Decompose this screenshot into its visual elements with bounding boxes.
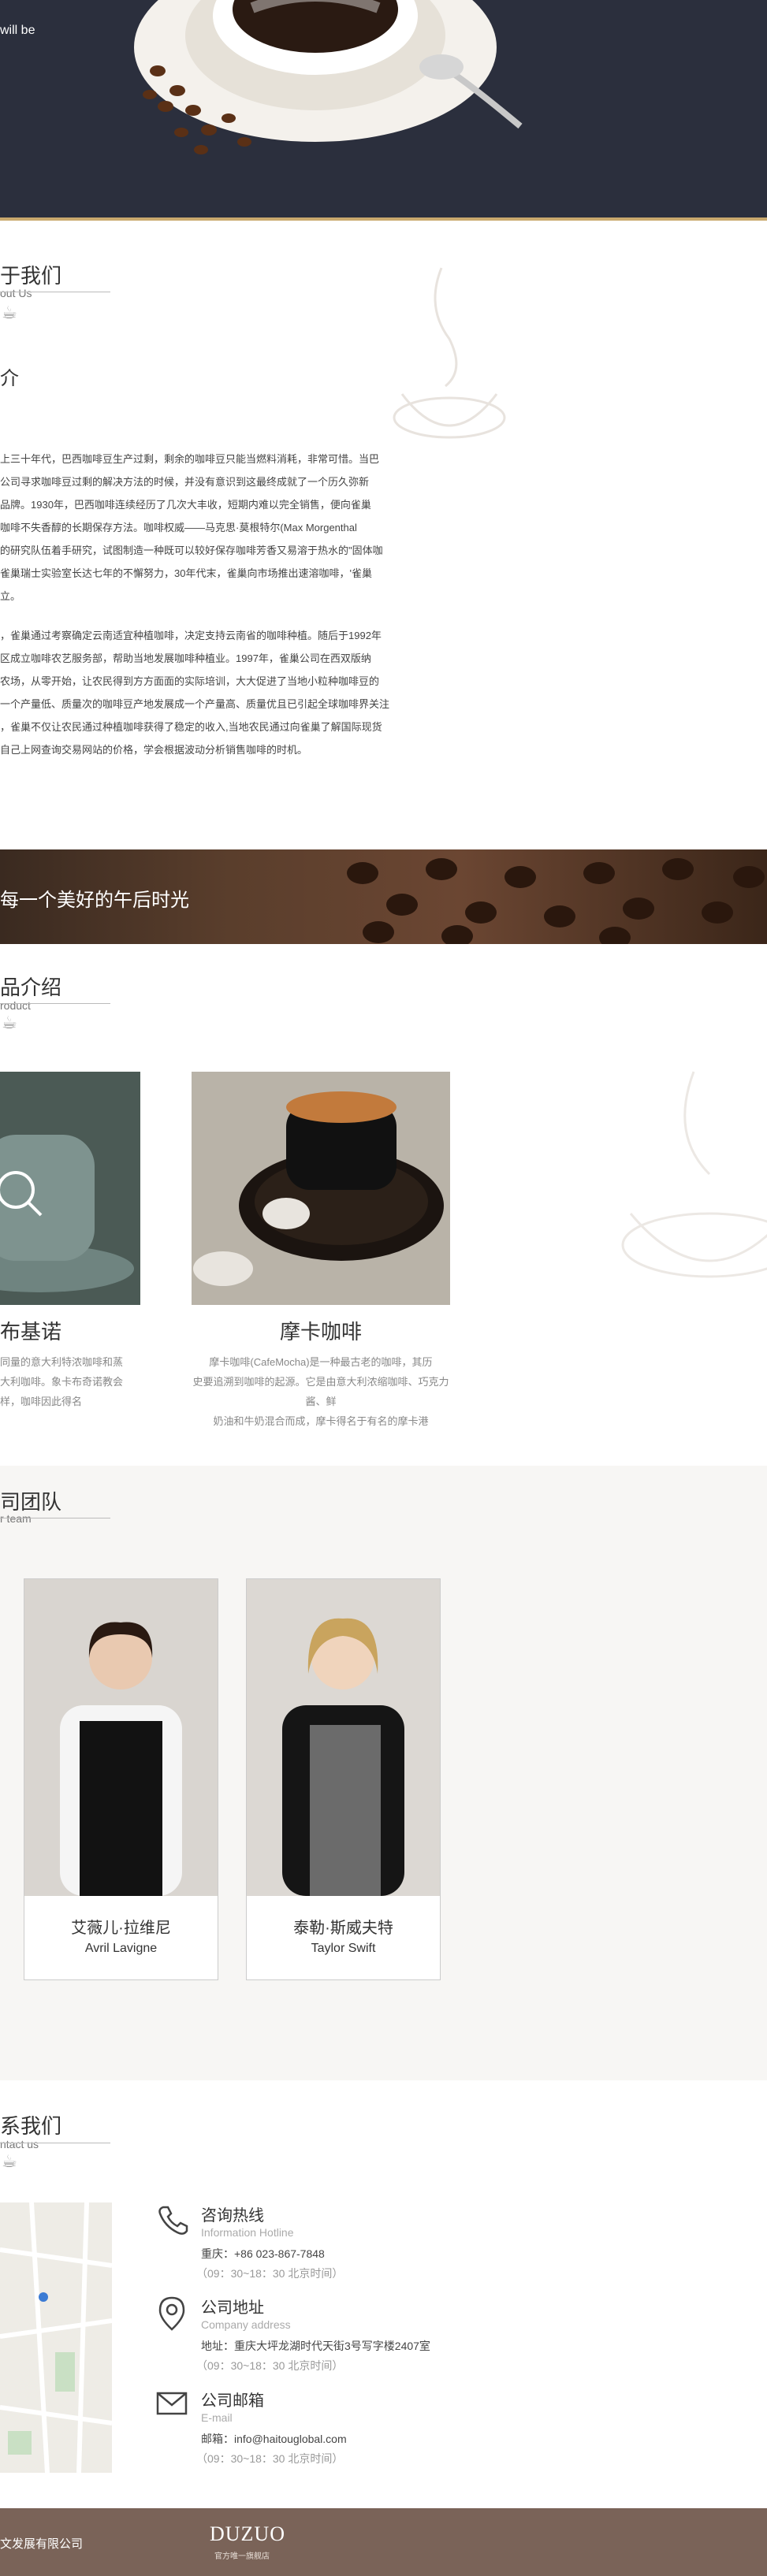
contact-hotline-line[interactable]: 重庆：+86 023-867-7848 (201, 2246, 325, 2262)
coffee-cup-icon: ☕ (2, 1013, 17, 1032)
contact-hotline-title: 咨询热线 (201, 2207, 264, 2225)
contact-hotline-en: Information Hotline (201, 2226, 294, 2239)
desc-line: 摩卡咖啡(CafeMocha)是一种最古老的咖啡，其历 (209, 1356, 433, 1368)
products-subtitle: roduct (0, 999, 31, 1012)
footer-logo-sub: 官方唯一旗舰店 (214, 2552, 270, 2561)
member-name-en: Taylor Swift (311, 1942, 376, 1955)
about-subtitle: out Us (0, 287, 32, 299)
desc-line: 大利咖啡。象卡布奇诺教会 (0, 1376, 124, 1388)
contact-title: 系我们 (0, 2114, 62, 2138)
location-pin-icon (158, 2296, 185, 2331)
hero-text: will be (0, 24, 35, 37)
product-image-cappuccino[interactable] (0, 1072, 140, 1305)
about-heading: 介 (0, 368, 19, 389)
footer-logo[interactable]: DUZUO (210, 2522, 285, 2546)
about-line: 立。 (0, 590, 21, 602)
footer: 文发展有限公司 DUZUO 官方唯一旗舰店 (0, 2508, 767, 2576)
coffee-cup-icon: ☕ (2, 303, 17, 322)
coffee-sketch-decoration (393, 267, 506, 439)
contact-address-en: Company address (201, 2318, 291, 2331)
team-title: 司团队 (0, 1490, 62, 1514)
about-line: 自己上网查询交易网站的价格，学会根据波动分析销售咖啡的时机。 (0, 744, 308, 756)
about-line: 公司寻求咖啡豆过剩的解决方法的时候，并没有意识到这最终成就了一个历久弥新 (0, 476, 370, 488)
coffee-cup-image (134, 0, 523, 154)
about-line: 上三十年代，巴西咖啡豆生产过剩，剩余的咖啡豆只能当燃料消耗，非常可惜。当巴 (0, 453, 380, 465)
product-desc-cappuccino: 同量的意大利特浓咖啡和蒸 大利咖啡。象卡布奇诺教会 样，咖啡因此得名 (0, 1352, 140, 1411)
contact-email-hours: （09：30~18：30 北京时间） (196, 2452, 344, 2465)
about-line: 一个产量低、质量次的咖啡豆产地发展成一个产量高、质量优且已引起全球咖啡界关注 (0, 698, 390, 710)
contact-email-line[interactable]: 邮箱：info@haitouglobal.com (201, 2431, 347, 2447)
coffee-cup-icon: ☕ (2, 2151, 17, 2171)
coffee-beans-image (347, 858, 765, 944)
member-name-en: Avril Lavigne (84, 1942, 158, 1955)
about-line: 区成立咖啡农艺服务部，帮助当地发展咖啡种植业。1997年，雀巢公司在西双版纳 (0, 652, 371, 664)
banner-text: 每一个美好的午后时光 (0, 890, 189, 911)
product-image-mocha[interactable] (192, 1072, 450, 1305)
footer-company: 文发展有限公司 (0, 2537, 84, 2551)
product-name-mocha[interactable]: 摩卡咖啡 (192, 1316, 450, 1345)
team-member-card[interactable]: 泰勒·斯威夫特 Taylor Swift (246, 1578, 441, 1980)
product-desc-mocha: 摩卡咖啡(CafeMocha)是一种最古老的咖啡，其历 史要追溯到咖啡的起源。它… (192, 1352, 450, 1431)
about-line: ，雀巢通过考察确定云南适宜种植咖啡，决定支持云南省的咖啡种植。随后于1992年 (0, 630, 382, 641)
mail-icon (156, 2392, 188, 2415)
mocha-cup-image (192, 1072, 450, 1305)
about-line: ，雀巢不仅让农民通过种植咖啡获得了稳定的收入,当地农民通过向雀巢了解国际现货 (0, 721, 382, 733)
desc-line: 样，咖啡因此得名 (0, 1396, 83, 1407)
about-line: 雀巢瑞士实验室长达七年的不懈努力，30年代末，雀巢向市场推出速溶咖啡，'雀巢 (0, 567, 372, 579)
about-line: 农场，从零开始，让农民得到方方面面的实际培训，大大促进了当地小粒种咖啡豆的 (0, 675, 380, 687)
map-image[interactable] (0, 2202, 112, 2473)
about-paragraph-1: 上三十年代，巴西咖啡豆生产过剩，剩余的咖啡豆只能当燃料消耗，非常可惜。当巴 公司… (0, 448, 383, 608)
hero-banner: will be (0, 0, 767, 221)
desc-line: 同量的意大利特浓咖啡和蒸 (0, 1356, 124, 1368)
contact-address-title: 公司地址 (201, 2299, 264, 2317)
about-line: 咖啡不失香醇的长期保存方法。咖啡权威——马克思·莫根特尔(Max Morgent… (0, 522, 357, 533)
member-photo-avril (24, 1579, 218, 1896)
member-photo-taylor (247, 1579, 440, 1896)
team-subtitle: r team (0, 1512, 32, 1525)
about-paragraph-2: ，雀巢通过考察确定云南适宜种植咖啡，决定支持云南省的咖啡种植。随后于1992年 … (0, 624, 389, 761)
afternoon-banner: 每一个美好的午后时光 (0, 849, 767, 944)
coffee-sketch-decoration (621, 1071, 767, 1278)
about-line: 品牌。1930年，巴西咖啡连续经历了几次大丰收，短期内难以完全销售，便向雀巢 (0, 499, 371, 511)
desc-line: 史要追溯到咖啡的起源。它是由意大利浓缩咖啡、巧克力酱、鲜 (192, 1376, 449, 1407)
product-name-cappuccino[interactable]: 布基诺 (0, 1316, 61, 1345)
products-title: 品介绍 (0, 976, 62, 999)
desc-line: 奶油和牛奶混合而成，摩卡得名于有名的摩卡港 (213, 1415, 429, 1427)
contact-address-hours: （09：30~18：30 北京时间） (196, 2359, 344, 2372)
contact-address-line: 地址：重庆大坪龙湖时代天街3号写字楼2407室 (201, 2340, 430, 2352)
hero-gold-border (0, 217, 767, 221)
contact-hotline-hours: （09：30~18：30 北京时间） (196, 2267, 344, 2280)
contact-subtitle: ntact us (0, 2138, 39, 2150)
contact-email-en: E-mail (201, 2411, 233, 2424)
phone-icon (158, 2206, 188, 2235)
about-line: 的研究队伍着手研究，试图制造一种既可以较好保存咖啡芳香又易溶于热水的"固体咖 (0, 545, 383, 556)
team-member-card[interactable]: 艾薇儿·拉维尼 Avril Lavigne (24, 1578, 218, 1980)
about-title: 于我们 (0, 264, 62, 288)
products-title-line (0, 1003, 110, 1004)
member-name: 艾薇儿·拉维尼 (71, 1920, 171, 1937)
member-name: 泰勒·斯威夫特 (293, 1920, 393, 1937)
cup-search-icon (0, 1135, 134, 1292)
contact-email-title: 公司邮箱 (201, 2392, 264, 2410)
